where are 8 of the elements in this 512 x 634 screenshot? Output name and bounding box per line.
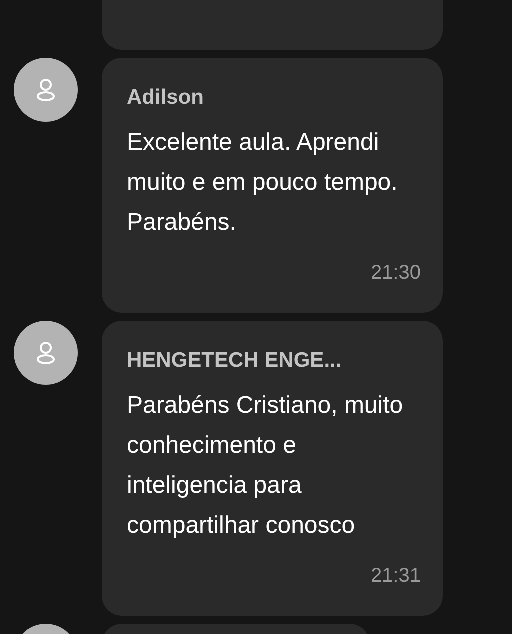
user-icon (36, 341, 56, 365)
user-icon (36, 78, 56, 102)
author-name: Adilson (127, 85, 205, 111)
message-time: 21:31 (370, 564, 421, 589)
message-text: Excelente aula. Aprendi muito e em pouco tempo. Parabéns. (127, 128, 399, 238)
author-name: HENGETECH ENGE... (127, 348, 343, 374)
message-time: 21:30 (370, 261, 421, 286)
message-text: Parabéns Cristiano, muito conhecimento e inteligencia para compartilhar conosco (127, 391, 404, 541)
